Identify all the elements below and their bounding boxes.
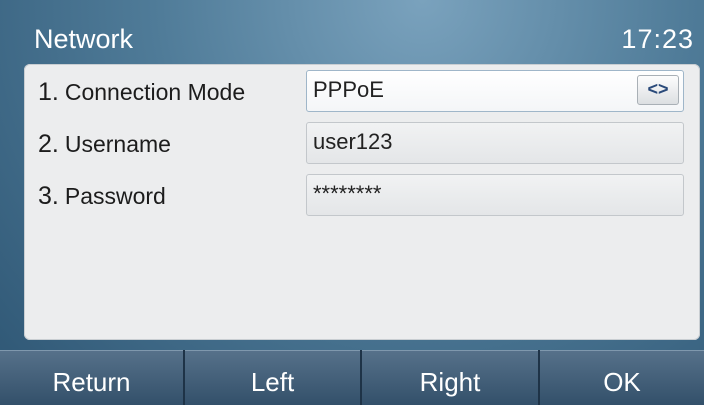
softkey-bar: Return Left Right OK — [0, 350, 704, 405]
left-softkey[interactable]: Left — [185, 350, 360, 405]
title-bar: Network 17:23 — [10, 14, 700, 60]
setting-number: 2. — [38, 130, 59, 158]
phone-screen: Network 17:23 1. Connection Mode PPPoE <>… — [0, 0, 704, 405]
password-field[interactable]: ******** — [306, 174, 684, 216]
settings-panel: 1. Connection Mode PPPoE <> 2. Username us… — [24, 64, 700, 340]
setting-label-text: Connection Mode — [64, 79, 246, 105]
setting-number: 1. — [38, 78, 59, 106]
setting-number: 3. — [38, 182, 59, 210]
setting-label-text: Username — [64, 131, 171, 157]
setting-row-connection-mode[interactable]: 1. Connection Mode PPPoE <> — [24, 66, 700, 114]
connection-mode-select[interactable]: PPPoE <> — [306, 70, 684, 112]
clock: 17:23 — [621, 24, 694, 54]
connection-mode-value: PPPoE — [313, 77, 384, 102]
username-field[interactable]: user123 — [306, 122, 684, 164]
setting-label: 3. Password — [38, 182, 166, 211]
return-softkey[interactable]: Return — [0, 350, 183, 405]
setting-label: 1. Connection Mode — [38, 78, 245, 107]
username-value: user123 — [313, 129, 393, 154]
setting-label: 2. Username — [38, 130, 171, 159]
setting-row-password[interactable]: 3. Password ******** — [24, 170, 700, 218]
password-value: ******** — [313, 181, 382, 206]
switch-arrows-icon[interactable]: <> — [637, 75, 679, 105]
setting-label-text: Password — [64, 183, 166, 209]
page-title: Network — [34, 24, 134, 54]
right-softkey[interactable]: Right — [362, 350, 538, 405]
setting-row-username[interactable]: 2. Username user123 — [24, 118, 700, 166]
ok-softkey[interactable]: OK — [540, 350, 704, 405]
